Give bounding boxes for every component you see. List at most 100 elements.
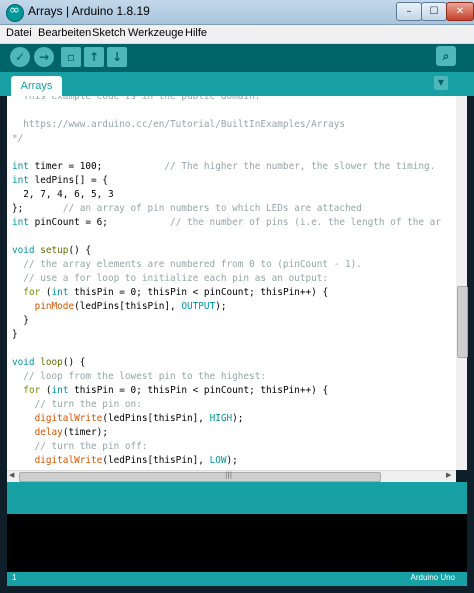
code-line[interactable]: */ [12,132,23,146]
code-token-plain: } [12,329,18,340]
code-line[interactable]: } [12,314,29,328]
status-bar: 1 Arduino Uno [7,572,467,586]
code-line[interactable]: int ledPins[] = { [12,174,108,188]
code-token-plain: pinCount = 6; [28,217,171,228]
code-token-plain: (ledPins[thisPin], [102,455,210,466]
code-token-builtin: delay [34,427,63,438]
code-token-func: setup [40,245,69,256]
scroll-grip-icon: ||| [225,471,233,479]
scroll-left-icon[interactable]: ◀ [9,471,14,479]
code-token-type: int [12,175,29,186]
code-line[interactable]: delay(timer); [12,426,108,440]
code-token-plain: ( [40,385,52,396]
tab-bar: Arrays ▼ [0,72,474,96]
code-line[interactable]: 2, 7, 4, 6, 5, 3 [12,188,114,202]
code-token-comment: // the array elements are numbered from … [12,259,362,270]
console-output[interactable] [7,514,467,572]
maximize-button[interactable]: ☐ [421,2,447,21]
code-token-builtin: digitalWrite [34,413,103,424]
editor-frame-left [0,96,7,482]
code-token-comment: https://www.arduino.cc/en/Tutorial/Built… [12,119,346,130]
code-token-builtin: digitalWrite [34,455,103,466]
code-line[interactable]: int pinCount = 6; // the number of pins … [12,216,441,230]
new-sketch-icon[interactable]: ▫ [61,47,81,67]
window-title: Arrays | Arduino 1.8.19 [28,4,150,18]
code-line[interactable]: digitalWrite(ledPins[thisPin], HIGH); [12,412,244,426]
code-token-comment: // loop from the lowest pin to the highe… [12,371,266,382]
line-number: 1 [12,573,17,582]
editor-frame-right [467,96,474,482]
code-token-comment: // use a for loop to initialize each pin… [12,273,329,284]
code-line[interactable]: for (int thisPin = 0; thisPin < pinCount… [12,286,328,300]
code-token-plain: 2, 7, 4, 6, 5, 3 [12,189,114,200]
code-token-type: int [12,161,29,172]
close-button[interactable]: ✕ [446,2,474,21]
code-token-plain: () { [62,357,86,368]
code-line[interactable]: https://www.arduino.cc/en/Tutorial/Built… [12,118,345,132]
vertical-scroll-thumb[interactable] [457,286,468,358]
horizontal-scrollbar[interactable]: ◀ ||| ▶ [7,470,456,482]
minimize-button[interactable]: – [396,2,422,21]
code-token-type: void [12,245,35,256]
code-token-comment: // the number of pins (i.e. the length o… [170,217,441,228]
code-token-comment: */ [12,133,24,144]
save-sketch-icon[interactable]: ↓ [107,47,127,67]
code-line[interactable]: This example code is in the public domai… [12,96,260,104]
code-line[interactable]: void setup() { [12,244,91,258]
tab-arrays[interactable]: Arrays [11,76,62,96]
code-line[interactable]: int timer = 100; // The higher the numbe… [12,160,435,174]
code-token-plain: ledPins[] = { [28,175,108,186]
code-token-plain: timer = 100; [28,161,165,172]
vertical-scrollbar[interactable] [456,96,468,470]
code-line[interactable]: }; // an array of pin numbers to which L… [12,202,362,216]
menu-hilfe[interactable]: Hilfe [185,27,207,39]
code-token-const: OUTPUT [181,301,216,312]
code-token-type: void [12,357,35,368]
menu-datei[interactable]: Datei [6,27,32,39]
code-token-plain: (ledPins[thisPin], [74,301,182,312]
code-line[interactable]: // the array elements are numbered from … [12,258,362,272]
code-token-keyword: for [23,287,41,298]
title-bar[interactable]: Arrays | Arduino 1.8.19 – ☐ ✕ [0,0,474,25]
code-token-type: int [12,217,29,228]
window-bottom-frame [0,586,474,593]
open-sketch-icon[interactable]: ↑ [84,47,104,67]
scroll-right-icon[interactable]: ▶ [446,471,451,479]
code-token-plain: ); [232,413,244,424]
code-line[interactable]: pinMode(ledPins[thisPin], OUTPUT); [12,300,227,314]
code-token-plain: thisPin = 0; thisPin < pinCount; thisPin… [68,385,329,396]
menu-sketch[interactable]: Sketch [92,27,126,39]
code-line[interactable]: for (int thisPin = 0; thisPin < pinCount… [12,384,328,398]
code-editor[interactable]: This example code is in the public domai… [7,96,456,470]
verify-icon[interactable]: ✓ [10,47,30,67]
upload-icon[interactable]: → [34,47,54,67]
menu-werkzeuge[interactable]: Werkzeuge [128,27,183,39]
code-token-plain: thisPin = 0; thisPin < pinCount; thisPin… [68,287,329,298]
code-token-builtin: pinMode [34,301,75,312]
board-name: Arduino Uno [410,573,455,582]
code-line[interactable]: // use a for loop to initialize each pin… [12,272,328,286]
code-line[interactable]: // loop from the lowest pin to the highe… [12,370,266,384]
code-token-keyword: for [23,385,41,396]
code-line[interactable]: digitalWrite(ledPins[thisPin], LOW); [12,454,238,468]
code-line[interactable]: } [12,328,18,342]
menu-bearbeiten[interactable]: Bearbeiten [38,27,91,39]
message-area [7,482,467,514]
horizontal-scroll-thumb[interactable]: ||| [19,471,381,482]
code-token-const: LOW [209,455,227,466]
code-token-plain: }; [12,203,63,214]
code-token-plain: (timer); [62,427,108,438]
code-line[interactable]: // turn the pin off: [12,440,148,454]
code-token-type: int [51,287,69,298]
serial-monitor-icon[interactable]: ⌕ [436,46,456,66]
code-line[interactable]: // turn the pin on: [12,398,142,412]
code-line[interactable]: void loop() { [12,356,85,370]
tab-menu-chevron-down-icon[interactable]: ▼ [434,76,448,90]
code-token-comment: // turn the pin off: [12,441,148,452]
toolbar: ✓ → ▫ ↑ ↓ ⌕ [0,44,474,72]
